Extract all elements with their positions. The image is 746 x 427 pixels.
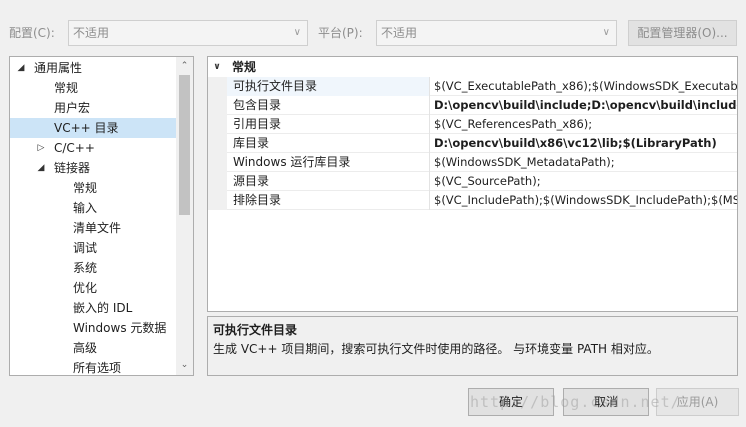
property-row[interactable]: 引用目录 $(VC_ReferencesPath_x86); — [208, 115, 737, 134]
property-name: 引用目录 — [227, 115, 430, 134]
config-combobox[interactable]: 不适用 ∨ — [68, 20, 308, 46]
config-label: 配置(C): — [9, 26, 55, 40]
tree-item[interactable]: 常规 — [10, 78, 176, 98]
tree-item[interactable]: 用户宏 — [10, 98, 176, 118]
tree-item-label: 常规 — [73, 181, 98, 195]
property-value[interactable]: D:\opencv\build\x86\vc12\lib;$(LibraryPa… — [430, 134, 737, 153]
row-gutter — [208, 191, 227, 210]
watermark: http://blog.csdn.net/ — [470, 393, 681, 411]
property-row[interactable]: 可执行文件目录 $(VC_ExecutablePath_x86);$(Window… — [208, 77, 737, 96]
platform-value: 不适用 — [381, 26, 418, 40]
config-value: 不适用 — [73, 26, 110, 40]
tree-item[interactable]: 常规 — [10, 178, 176, 198]
tree-item-label: VC++ 目录 — [54, 121, 119, 135]
description-panel: 可执行文件目录 生成 VC++ 项目期间，搜索可执行文件时使用的路径。 与环境变… — [207, 316, 738, 376]
tree-item-label: 链接器 — [54, 161, 91, 175]
property-name: 库目录 — [227, 134, 430, 153]
row-gutter — [208, 134, 227, 153]
property-row[interactable]: 包含目录 D:\opencv\build\include;D:\opencv\bu… — [208, 96, 737, 115]
tree-item-label: 调试 — [73, 241, 98, 255]
tree-item-label: 优化 — [73, 281, 98, 295]
property-row[interactable]: 源目录 $(VC_SourcePath); — [208, 172, 737, 191]
tree-item-label: 嵌入的 IDL — [73, 301, 133, 315]
chevron-down-icon: ∨ — [293, 27, 301, 38]
property-row[interactable]: 排除目录 $(VC_IncludePath);$(WindowsSDK_Inclu… — [208, 191, 737, 210]
property-value[interactable]: $(VC_SourcePath); — [430, 172, 737, 191]
row-gutter — [208, 96, 227, 115]
tree-item[interactable]: 高级 — [10, 338, 176, 358]
tree-item[interactable]: 输入 — [10, 198, 176, 218]
tree-item[interactable]: ▷ C/C++ — [10, 138, 176, 158]
row-gutter — [208, 153, 227, 172]
tree-item[interactable]: 系统 — [10, 258, 176, 278]
tree-item-label: 高级 — [73, 341, 98, 355]
tree-item[interactable]: 嵌入的 IDL — [10, 298, 176, 318]
config-manager-button[interactable]: 配置管理器(O)... — [628, 20, 737, 46]
tree-item-label: 清单文件 — [73, 221, 122, 235]
category-header[interactable]: ∨ 常规 — [208, 58, 737, 76]
tree-item-label: C/C++ — [54, 141, 95, 155]
description-text: 生成 VC++ 项目期间，搜索可执行文件时使用的路径。 与环境变量 PATH 相… — [213, 342, 659, 356]
row-gutter — [208, 172, 227, 191]
property-value[interactable]: $(WindowsSDK_MetadataPath); — [430, 153, 737, 172]
property-value[interactable]: D:\opencv\build\include;D:\opencv\build\… — [430, 96, 737, 115]
property-grid: ∨ 常规 可执行文件目录 $(VC_ExecutablePath_x86);$(W… — [207, 56, 738, 312]
property-name: 包含目录 — [227, 96, 430, 115]
collapse-icon[interactable]: ◢ — [16, 58, 26, 78]
platform-combobox[interactable]: 不适用 ∨ — [376, 20, 617, 46]
collapse-icon[interactable]: ◢ — [36, 158, 46, 178]
collapse-icon[interactable]: ∨ — [212, 57, 222, 77]
property-name: 排除目录 — [227, 191, 430, 210]
scroll-thumb[interactable] — [179, 75, 190, 215]
tree-item[interactable]: 清单文件 — [10, 218, 176, 238]
tree-item[interactable]: 优化 — [10, 278, 176, 298]
platform-label: 平台(P): — [318, 26, 363, 40]
tree-item[interactable]: ◢ 链接器 — [10, 158, 176, 178]
chevron-down-icon: ∨ — [602, 27, 610, 38]
expand-icon[interactable]: ▷ — [36, 138, 46, 158]
category-label: 常规 — [232, 60, 257, 74]
tree-item[interactable]: 所有选项 — [10, 358, 176, 375]
scroll-up-icon[interactable]: ⌃ — [176, 58, 193, 74]
scroll-down-icon[interactable]: ⌄ — [176, 357, 193, 373]
tree-item[interactable]: 调试 — [10, 238, 176, 258]
property-row[interactable]: Windows 运行库目录 $(WindowsSDK_MetadataPath); — [208, 153, 737, 172]
tree-item-label: 所有选项 — [73, 361, 122, 375]
property-name: 源目录 — [227, 172, 430, 191]
tree-item-label: 系统 — [73, 261, 98, 275]
row-gutter — [208, 115, 227, 134]
tree-item[interactable]: VC++ 目录 — [10, 118, 176, 138]
property-tree: ◢ 通用属性 常规 用户宏 VC++ 目录 ▷ C/C++ ◢ 链接器 常规 输入 清单文件 调试 系统优… — [9, 56, 194, 376]
tree-item-label: 常规 — [54, 81, 79, 95]
tree-item-label: 用户宏 — [54, 101, 91, 115]
property-value[interactable]: $(VC_ReferencesPath_x86); — [430, 115, 737, 134]
tree-item-label: Windows 元数据 — [73, 321, 167, 335]
property-row[interactable]: 库目录 D:\opencv\build\x86\vc12\lib;$(Librar… — [208, 134, 737, 153]
tree-item[interactable]: ◢ 通用属性 — [10, 58, 176, 78]
tree-item[interactable]: Windows 元数据 — [10, 318, 176, 338]
property-value[interactable]: $(VC_ExecutablePath_x86);$(WindowsSDK_Ex… — [430, 77, 737, 96]
tree-scrollbar[interactable]: ⌃ ⌄ — [176, 57, 193, 375]
property-value[interactable]: $(VC_IncludePath);$(WindowsSDK_IncludePa… — [430, 191, 737, 210]
row-gutter — [208, 77, 227, 96]
tree-item-label: 输入 — [73, 201, 98, 215]
tree-item-label: 通用属性 — [34, 61, 83, 75]
property-name: 可执行文件目录 — [227, 77, 430, 96]
property-name: Windows 运行库目录 — [227, 153, 430, 172]
description-title: 可执行文件目录 — [213, 323, 298, 337]
